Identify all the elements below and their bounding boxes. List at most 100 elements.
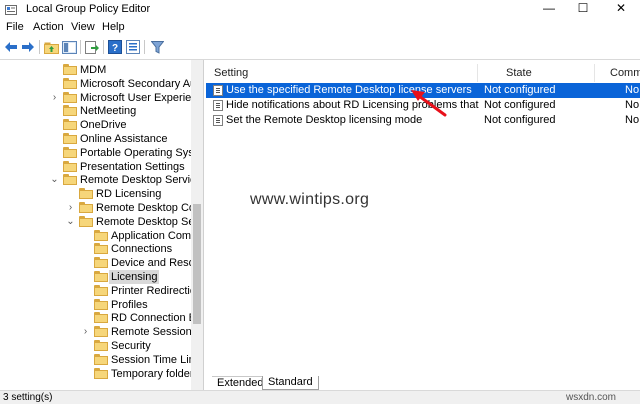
folder-icon (94, 284, 108, 296)
tree-item[interactable]: Application Compat (0, 229, 203, 243)
tree-item[interactable]: RD Connection Brok (0, 311, 203, 325)
tree-item[interactable]: RD Licensing (0, 187, 190, 201)
folder-icon (94, 271, 108, 282)
tree-item[interactable]: Portable Operating System (0, 146, 203, 160)
column-header-comment[interactable]: Comm (610, 64, 640, 82)
tree-item[interactable]: Online Assistance (0, 132, 190, 146)
column-header-state[interactable]: State (506, 64, 532, 82)
folder-icon (63, 77, 77, 89)
tree-item-label: Remote Desktop Services (80, 174, 204, 187)
folder-icon (94, 326, 108, 338)
chevron-right-icon[interactable]: › (50, 91, 59, 105)
watermark-text: www.wintips.org (250, 191, 370, 208)
chevron-down-icon[interactable]: ⌄ (50, 173, 59, 187)
folder-icon (94, 312, 108, 324)
toolbar-separator (144, 40, 145, 54)
tree-item[interactable]: Printer Redirection (0, 284, 202, 298)
tree-item[interactable]: › Remote Session Env (0, 325, 203, 339)
tree-item-label: RD Licensing (96, 188, 162, 201)
tree-item[interactable]: Session Time Limits (0, 353, 203, 367)
tree-item[interactable]: Connections (0, 242, 190, 256)
folder-icon (94, 257, 108, 269)
maximize-button[interactable]: ☐ (566, 0, 600, 18)
tree-item[interactable]: ⌄ Remote Desktop Sessio (0, 215, 203, 229)
tree-item-label: Remote Desktop Sessio (96, 215, 204, 228)
menu-bar: File Action View Help (0, 18, 640, 36)
tree-item-label: Remote Desktop Conne (96, 202, 204, 214)
tree-item[interactable]: Device and Resource (0, 256, 203, 270)
folder-icon (63, 105, 77, 117)
menu-action[interactable]: Action (33, 21, 64, 33)
close-button[interactable]: ✕ (604, 0, 638, 18)
view-tabs: Extended Standard (206, 376, 640, 390)
menu-file[interactable]: File (6, 21, 24, 33)
tree-item[interactable]: Microsoft Secondary Authe (0, 77, 203, 91)
menu-help[interactable]: Help (102, 21, 125, 33)
show-hide-tree-icon[interactable] (61, 39, 77, 55)
toolbar-separator (80, 40, 81, 54)
tree-pane[interactable]: MDM Microsoft Secondary Authe › Microsoft U… (0, 60, 204, 390)
window-title: Local Group Policy Editor (26, 3, 151, 15)
tree-item[interactable]: OneDrive (0, 118, 190, 132)
tree-item[interactable]: NetMeeting (0, 104, 190, 118)
tree-item[interactable]: › Remote Desktop Conne (0, 201, 203, 215)
folder-icon (94, 243, 108, 255)
tree-item[interactable]: MDM (0, 63, 190, 77)
chevron-right-icon[interactable]: › (81, 325, 90, 339)
tree-item[interactable]: Profiles (0, 298, 190, 312)
menu-view[interactable]: View (71, 21, 95, 33)
export-list-icon[interactable] (84, 39, 100, 55)
column-divider[interactable] (477, 64, 478, 82)
properties-icon[interactable] (125, 39, 141, 55)
tree-item[interactable]: Temporary folders (0, 367, 199, 381)
chevron-down-icon[interactable]: ⌄ (66, 215, 75, 229)
corner-watermark: wsxdn.com (566, 392, 617, 403)
policy-setting-icon (213, 115, 223, 126)
tab-extended[interactable]: Extended (212, 376, 269, 390)
folder-icon (94, 298, 108, 310)
toolbar-separator (39, 40, 40, 54)
tree-scrollbar[interactable] (191, 60, 203, 390)
help-icon[interactable]: ? (107, 39, 123, 55)
tree-item-label: NetMeeting (80, 105, 137, 118)
setting-comment: No (625, 84, 640, 96)
folder-icon (79, 188, 93, 200)
up-folder-icon[interactable] (43, 39, 59, 55)
tree-item[interactable]: › Microsoft User Experience V (0, 91, 203, 105)
tree-item[interactable]: ⌄ Remote Desktop Services (0, 173, 203, 187)
tree-item[interactable]: Security (0, 339, 190, 353)
chevron-right-icon[interactable]: › (66, 201, 75, 215)
tree-item[interactable]: Presentation Settings (0, 160, 190, 174)
forward-icon[interactable] (20, 39, 36, 55)
policy-setting-icon (213, 100, 223, 111)
column-divider[interactable] (594, 64, 595, 82)
setting-state: Not configured (484, 114, 556, 126)
tree-item-label: Security (111, 340, 151, 352)
folder-icon (63, 174, 77, 186)
folder-icon (63, 133, 77, 144)
tree-item-label: Connections (111, 243, 173, 256)
tree-item[interactable]: Licensing (0, 270, 190, 284)
folder-icon (79, 215, 93, 227)
minimize-button[interactable]: — (532, 0, 566, 18)
tree-item-label: Printer Redirection (111, 284, 203, 297)
scrollbar-thumb[interactable] (193, 204, 201, 324)
back-icon[interactable] (3, 39, 19, 55)
tab-standard[interactable]: Standard (262, 376, 319, 390)
column-header-setting[interactable]: Setting (214, 64, 248, 82)
tree-item-label: Profiles (111, 298, 148, 311)
filter-icon[interactable] (149, 39, 165, 55)
